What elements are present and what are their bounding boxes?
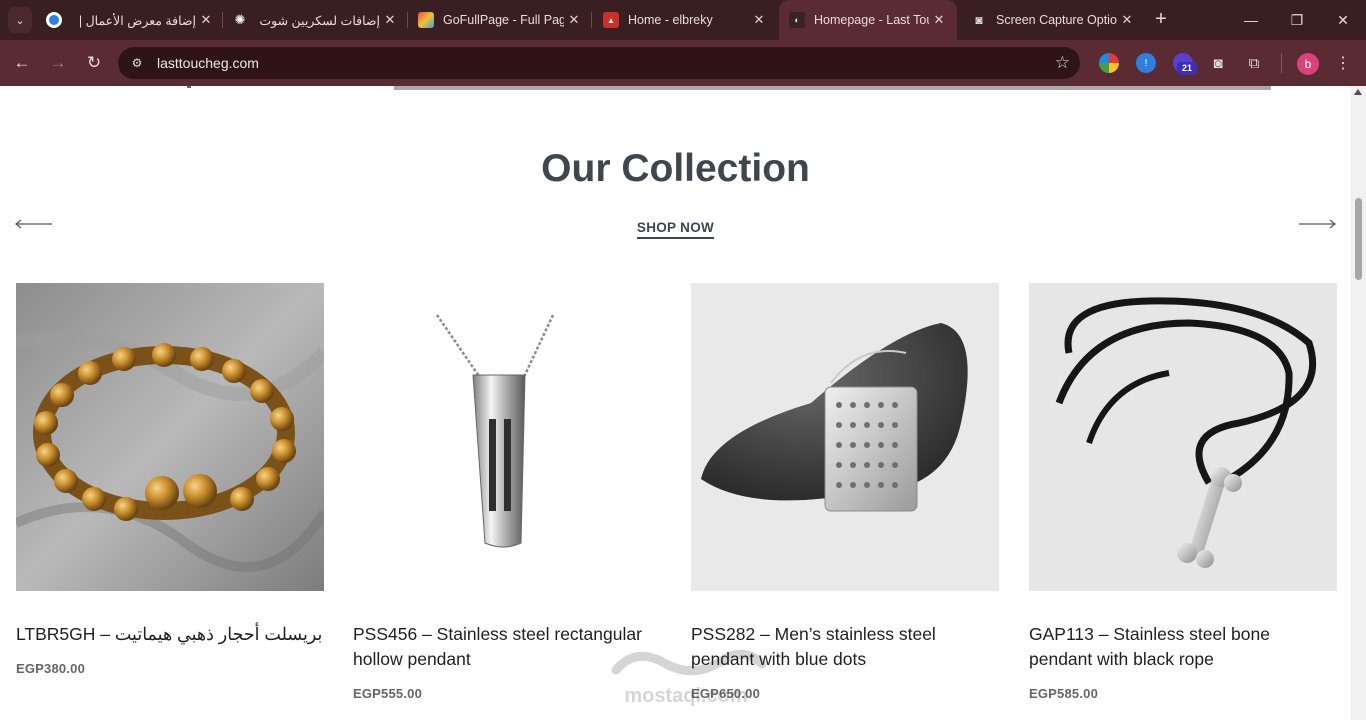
dotted-pendant-on-stone-image (691, 283, 999, 591)
rectangular-pendant-image (353, 283, 661, 591)
gold-bead-bracelet-image (16, 283, 324, 591)
address-bar[interactable]: ⚙ lasttoucheg.com ☆ (118, 47, 1080, 79)
product-price: EGP585.00 (1029, 686, 1099, 701)
product-card[interactable]: PSS456 – Stainless steel rectangular hol… (353, 283, 661, 701)
extension-badge: 21 (1177, 62, 1197, 75)
tab-screen-capture[interactable]: ◙ Screen Capture Options ✕ (971, 6, 1137, 34)
product-name[interactable]: PSS282 – Men’s stainless steel pendant w… (691, 622, 999, 672)
product-price: EGP555.00 (353, 686, 423, 701)
scroll-up-arrow-icon[interactable] (1354, 89, 1362, 95)
tab-search-button[interactable]: ⌄ (8, 7, 32, 33)
tab-title: إضافة معرض الأعمال | (78, 13, 196, 28)
close-icon[interactable]: ✕ (380, 12, 400, 28)
restore-icon: ❐ (1290, 11, 1304, 28)
tab-elbreky[interactable]: ▲ Home - elbreky ✕ (603, 6, 769, 34)
puzzle-extensions-icon[interactable]: ⧉ (1244, 53, 1264, 73)
plus-icon: + (1155, 8, 1167, 30)
close-icon[interactable]: ✕ (196, 12, 216, 28)
colorful-extension-icon[interactable] (1099, 53, 1119, 73)
product-image[interactable] (353, 283, 661, 591)
arrow-left-icon: ← (13, 53, 31, 72)
previous-section-divider (394, 86, 1271, 90)
section-heading: Our Collection (541, 147, 810, 190)
browser-toolbar: ← → ↻ ⚙ lasttoucheg.com ☆ ! ◙ ⧉ (0, 40, 1366, 86)
gofullpage-favicon-icon (418, 12, 434, 28)
tab-divider (407, 12, 408, 28)
openai-favicon-icon: ✺ (234, 12, 246, 27)
camera-extension-icon[interactable]: ◙ (1208, 53, 1228, 73)
tab-title: Screen Capture Options (996, 13, 1117, 27)
info-extension-icon[interactable]: ! (1136, 53, 1156, 73)
shop-now-link[interactable]: SHOP NOW (636, 220, 715, 239)
arrow-right-icon: → (49, 53, 67, 72)
product-image[interactable] (1029, 283, 1337, 591)
more-options-icon[interactable]: ⋮ (1333, 52, 1353, 76)
scrollbar-thumb[interactable] (1355, 198, 1362, 280)
chevron-down-icon: ⌄ (15, 14, 25, 27)
page-scrollbar[interactable] (1351, 86, 1366, 720)
previous-section-mark (187, 86, 191, 88)
tab-title: إضافات لسكريين شوت (259, 13, 380, 28)
tab-gofullpage[interactable]: GoFullPage - Full Page ✕ (418, 6, 584, 34)
product-name[interactable]: LTBR5GH – بريسلت أحجار ذهبي هيماتيت (16, 622, 324, 647)
tab-divider (222, 12, 223, 28)
tab-title: Homepage - Last Touch (814, 13, 929, 27)
bone-pendant-rope-image (1029, 283, 1337, 591)
elbreky-favicon-icon: ▲ (603, 12, 619, 28)
reload-icon: ↻ (86, 53, 102, 72)
product-image[interactable] (16, 283, 324, 591)
product-name[interactable]: GAP113 – Stainless steel bone pendant wi… (1029, 622, 1337, 672)
camera-favicon-icon: ◙ (975, 13, 983, 27)
shop-now-wrapper: SHOP NOW (0, 219, 1351, 239)
tab-title: Home - elbreky (628, 13, 713, 27)
product-card[interactable]: GAP113 – Stainless steel bone pendant wi… (1029, 283, 1337, 701)
url-text[interactable]: lasttoucheg.com (157, 47, 259, 79)
carousel-next-arrow-icon[interactable] (1297, 214, 1337, 234)
close-icon[interactable]: ✕ (929, 12, 949, 28)
restore-button[interactable]: ❐ (1274, 0, 1320, 40)
close-icon[interactable]: ✕ (749, 12, 769, 28)
product-image[interactable] (691, 283, 999, 591)
site-info-icon[interactable]: ⚙ (126, 52, 148, 74)
product-name[interactable]: PSS456 – Stainless steel rectangular hol… (353, 622, 661, 672)
close-icon[interactable]: ✕ (1117, 12, 1137, 28)
close-icon: ✕ (1337, 11, 1349, 28)
product-card[interactable]: LTBR5GH – بريسلت أحجار ذهبي هيماتيت EGP3… (16, 283, 324, 676)
tab-lasttouch[interactable]: ◐ Homepage - Last Touch ✕ (779, 0, 957, 40)
tab-screenshot-extensions[interactable]: ✺ إضافات لسكريين شوت ✕ (232, 6, 400, 34)
back-button[interactable]: ← (10, 51, 34, 75)
minimize-icon: — (1244, 12, 1258, 28)
close-window-button[interactable]: ✕ (1320, 0, 1366, 40)
toolbar-divider (1281, 53, 1282, 73)
mostaql-favicon-icon (46, 12, 62, 28)
carousel-prev-arrow-icon[interactable] (14, 214, 54, 234)
tab-title: GoFullPage - Full Page (443, 13, 564, 27)
lasttouch-favicon-icon: ◐ (789, 12, 805, 28)
product-price: EGP380.00 (16, 661, 86, 676)
tab-divider (591, 12, 592, 28)
tab-portfolio[interactable]: إضافة معرض الأعمال | ✕ (46, 6, 216, 34)
close-icon[interactable]: ✕ (564, 12, 584, 28)
product-price: EGP650.00 (691, 686, 761, 701)
bookmark-star-icon[interactable]: ☆ (1055, 52, 1070, 74)
new-tab-button[interactable]: + (1150, 9, 1172, 31)
reload-button[interactable]: ↻ (82, 51, 106, 75)
forward-button[interactable]: → (46, 51, 70, 75)
profile-avatar[interactable]: b (1297, 53, 1319, 75)
product-card[interactable]: PSS282 – Men’s stainless steel pendant w… (691, 283, 999, 701)
minimize-button[interactable]: — (1228, 0, 1274, 40)
